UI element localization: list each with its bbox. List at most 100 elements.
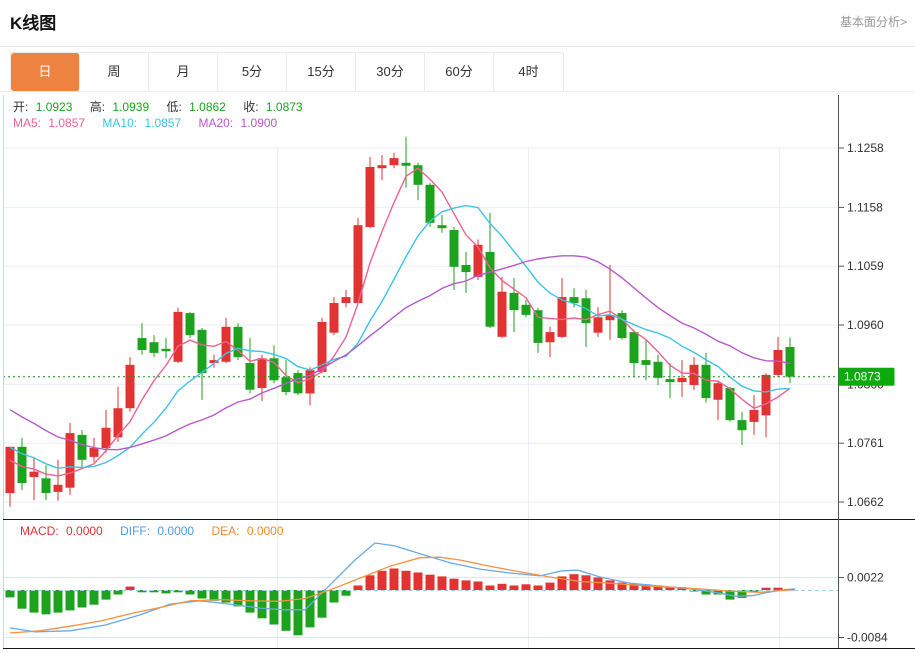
candle-body	[449, 230, 459, 267]
current-price-value: 1.0873	[844, 370, 881, 384]
macd-bar	[569, 574, 579, 590]
ma20-label: MA20:	[198, 116, 234, 130]
macd-bar	[293, 590, 303, 636]
candle-body	[77, 434, 87, 460]
candle-body	[377, 165, 387, 169]
candle-body	[365, 167, 375, 227]
candle-body	[161, 348, 171, 352]
candle-body	[5, 446, 15, 494]
candle-body	[329, 303, 339, 333]
macd-bar	[197, 590, 207, 599]
candle-body	[101, 427, 111, 448]
macd-bar	[509, 585, 519, 590]
ohlc-legend: 开: 1.0923 高: 1.0939 低: 1.0862 收: 1.0873	[13, 98, 307, 115]
macd-bar	[41, 590, 51, 615]
price-tick-label: 1.1059	[847, 259, 884, 273]
candle-body	[125, 364, 135, 409]
macd-bar	[425, 574, 435, 590]
open-value: 1.0923	[35, 100, 73, 114]
candle-body	[593, 317, 603, 333]
macd-bar	[533, 585, 543, 590]
macd-bar	[257, 590, 267, 619]
macd-bar	[761, 587, 771, 590]
candle-body	[257, 358, 267, 388]
macd-bar	[389, 568, 399, 590]
macd-pane	[3, 542, 838, 636]
candle-body	[29, 471, 39, 477]
diff-label: DIFF:	[120, 524, 151, 538]
close-label: 收:	[243, 100, 259, 114]
ma-lines	[9, 167, 791, 477]
ma5-line	[9, 167, 791, 477]
price-tick-label: 1.0662	[847, 495, 884, 509]
candle-body	[629, 332, 639, 363]
candle-body	[425, 184, 435, 223]
macd-bar	[377, 570, 387, 590]
macd-bar	[413, 572, 423, 590]
candle-body	[197, 329, 207, 374]
macd-bar	[29, 590, 39, 613]
candle-body	[533, 310, 543, 343]
candle-body	[545, 332, 555, 343]
price-tick-label: 1.1158	[847, 200, 883, 214]
dea-value: 0.0000	[246, 524, 284, 538]
price-tick-label: 1.0761	[847, 436, 884, 450]
candle-body	[173, 311, 183, 362]
candle-body	[401, 162, 411, 166]
macd-tick-label: 0.0022	[847, 571, 884, 585]
open-label: 开:	[13, 100, 29, 114]
ma10-value: 1.0857	[144, 116, 182, 130]
high-label: 高:	[89, 100, 106, 114]
candle-body	[89, 448, 99, 457]
candle-body	[677, 377, 687, 383]
macd-bar	[353, 585, 363, 590]
ma20-value: 1.0900	[240, 116, 278, 130]
current-price-badge: 1.0873	[838, 367, 895, 386]
macd-bar	[449, 578, 459, 590]
macd-bar	[473, 581, 483, 590]
macd-bar	[221, 590, 231, 603]
candle-body	[773, 350, 783, 375]
dea-line	[9, 556, 791, 634]
candle-body	[725, 388, 735, 421]
macd-bar	[593, 577, 603, 590]
candle-body	[509, 292, 519, 311]
macd-bar	[461, 580, 471, 590]
ma10-label: MA10:	[102, 116, 138, 130]
candle-body	[521, 304, 531, 315]
candle-body	[137, 338, 147, 350]
axis-labels: 1.12581.11581.10591.09601.08601.07611.06…	[838, 141, 888, 645]
candle-body	[113, 408, 123, 438]
candle-body	[389, 158, 399, 166]
candle-body	[749, 410, 759, 422]
macd-bar	[605, 580, 615, 590]
macd-label: MACD:	[20, 524, 59, 538]
candle-body	[641, 360, 651, 365]
macd-bar	[5, 590, 15, 598]
ma20-line	[9, 255, 791, 451]
macd-bar	[101, 590, 111, 600]
candle-body	[653, 361, 663, 378]
candle-body	[53, 484, 63, 492]
macd-bar	[233, 590, 243, 607]
candle-body	[557, 297, 567, 337]
ma10-line	[9, 204, 791, 469]
low-value: 1.0862	[189, 100, 226, 114]
candle-body	[701, 364, 711, 399]
macd-bar	[77, 590, 87, 608]
diff-value: 0.0000	[157, 524, 195, 538]
macd-bar	[53, 590, 63, 613]
candle-body	[185, 313, 195, 336]
candle-body	[497, 291, 507, 337]
candle-body	[665, 379, 675, 383]
macd-tick-label: -0.0084	[847, 631, 888, 645]
candle-body	[437, 225, 447, 229]
candle-body	[737, 420, 747, 431]
macd-bar	[401, 570, 411, 590]
macd-bar	[485, 585, 495, 590]
macd-bar	[437, 576, 447, 590]
macd-bar	[497, 583, 507, 590]
high-value: 1.0939	[112, 100, 150, 114]
candle-body	[761, 374, 771, 416]
candle-body	[41, 478, 51, 494]
